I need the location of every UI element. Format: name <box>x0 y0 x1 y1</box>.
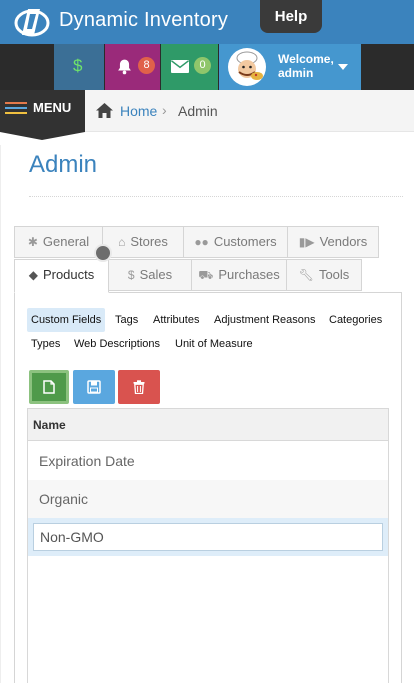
table-row[interactable]: Expiration Date <box>28 442 388 480</box>
subtab-tags[interactable]: Tags <box>111 308 142 332</box>
tab-products-label: Products <box>42 267 95 282</box>
dollar-icon: $ <box>127 268 135 282</box>
tab-vendors[interactable]: ▮▶ Vendors <box>287 226 379 258</box>
messages-notification[interactable]: 0 <box>161 44 218 90</box>
home-icon <box>96 103 113 118</box>
dollar-icon: $ <box>73 56 83 75</box>
column-header-name[interactable]: Name <box>28 409 388 441</box>
custom-fields-table: Name Expiration Date Organic <box>27 408 389 683</box>
menu-pointer <box>0 132 85 140</box>
tags-icon: ◆ <box>28 268 38 282</box>
tab-products[interactable]: ◆ Products <box>14 259 109 293</box>
new-button[interactable] <box>29 370 69 404</box>
subtab-types[interactable]: Types <box>27 332 64 356</box>
page-title: Admin <box>29 151 98 178</box>
tab-tools-label: Tools <box>318 267 350 282</box>
tab-sales[interactable]: $ Sales <box>108 259 192 291</box>
cart-icon: ⛟ <box>198 268 214 282</box>
welcome-text: Welcome, admin <box>278 52 334 80</box>
tab-sales-label: Sales <box>139 267 173 282</box>
chef-avatar-icon <box>236 51 263 80</box>
avatar <box>228 48 266 86</box>
menu-button[interactable]: MENU <box>0 90 85 132</box>
home-icon: ⌂ <box>118 235 126 249</box>
table-row-editing <box>28 518 388 556</box>
subtab-attributes[interactable]: Attributes <box>149 308 203 332</box>
subtab-unit-of-measure[interactable]: Unit of Measure <box>171 332 257 356</box>
tab-customers[interactable]: ●● Customers <box>183 226 288 258</box>
users-icon: ●● <box>194 235 209 249</box>
tab-stores[interactable]: ⌂ Stores <box>102 226 184 258</box>
name-edit-input[interactable] <box>33 523 383 551</box>
envelope-icon <box>171 60 189 73</box>
touch-cursor <box>94 244 112 262</box>
subtab-web-descriptions[interactable]: Web Descriptions <box>70 332 164 356</box>
subtab-categories[interactable]: Categories <box>325 308 386 332</box>
logo-icon <box>14 9 50 37</box>
tab-vendors-label: Vendors <box>319 234 368 249</box>
trash-icon <box>133 380 145 394</box>
top-header: Dynamic Inventory Help <box>0 0 414 44</box>
breadcrumb-current: Admin <box>178 103 218 119</box>
help-button[interactable]: Help <box>260 0 322 33</box>
user-menu[interactable]: Welcome, admin <box>219 44 361 90</box>
breadcrumb-home-link[interactable]: Home <box>120 103 157 119</box>
breadcrumb-separator: › <box>162 102 167 118</box>
tab-tools[interactable]: 🔧︎ Tools <box>286 259 362 291</box>
gear-icon: ✱ <box>27 235 38 249</box>
user-name: admin <box>278 66 314 80</box>
menu-lines-icon <box>5 102 27 114</box>
tab-purchases-label: Purchases <box>218 267 280 282</box>
delete-button[interactable] <box>118 370 160 404</box>
brand-name: Dynamic Inventory <box>59 9 229 31</box>
tab-purchases[interactable]: ⛟ Purchases <box>191 259 287 291</box>
tab-general-label: General <box>42 234 90 249</box>
menu-label: MENU <box>33 100 72 115</box>
alerts-notification[interactable]: 8 <box>105 44 160 90</box>
save-button[interactable] <box>73 370 115 404</box>
caret-down-icon <box>338 64 348 70</box>
title-divider <box>29 196 403 197</box>
wrench-icon: 🔧︎ <box>298 268 314 282</box>
table-row[interactable]: Organic <box>28 480 388 518</box>
file-icon <box>43 380 55 394</box>
messages-count-badge: 0 <box>194 57 211 74</box>
content-border <box>0 145 1 683</box>
sales-notification[interactable]: $ <box>54 44 104 90</box>
alerts-count-badge: 8 <box>138 57 155 74</box>
subtab-adjustment-reasons[interactable]: Adjustment Reasons <box>210 308 320 332</box>
subtab-custom-fields[interactable]: Custom Fields <box>27 308 106 332</box>
truck-icon: ▮▶ <box>298 235 315 249</box>
tab-stores-label: Stores <box>130 234 168 249</box>
welcome-line: Welcome, <box>278 52 334 66</box>
tab-general[interactable]: ✱ General <box>14 226 103 258</box>
notification-bar: $ 8 0 Welcome, admin <box>0 44 414 90</box>
floppy-icon <box>87 380 101 394</box>
tab-customers-label: Customers <box>213 234 277 249</box>
bell-icon <box>118 59 131 75</box>
